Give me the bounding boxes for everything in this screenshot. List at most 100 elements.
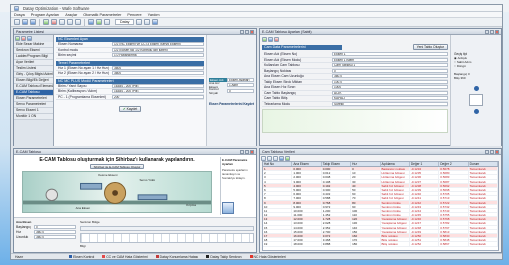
new-file-icon[interactable] (14, 19, 20, 25)
minimize-icon[interactable] (240, 149, 244, 154)
cam-param-value[interactable]: KAPALI (332, 96, 448, 101)
column-header[interactable]: Hat No (263, 162, 293, 166)
side-field-value[interactable]: Eksen Ayarları (227, 77, 254, 82)
column-header[interactable]: Ana Eksen (292, 162, 322, 166)
zoom-out-icon[interactable] (144, 19, 151, 25)
paste-icon[interactable] (75, 19, 81, 25)
menu-item-window[interactable]: Pencere (127, 13, 141, 17)
cam-param-value[interactable]: Eksen 1 (332, 52, 448, 57)
table-cell: Bitiş noktası (381, 238, 410, 242)
toolbar-separator (39, 18, 40, 26)
range-value[interactable]: 360 (461, 76, 475, 80)
maximize-icon[interactable] (245, 149, 249, 154)
copy-icon[interactable] (67, 19, 73, 25)
cam-param-value[interactable]: Sürekli (332, 101, 448, 106)
zoom-in-icon[interactable] (136, 19, 143, 25)
project-selector[interactable]: Datay (115, 19, 135, 25)
cam-param-label: Cam Tablo Bitiş (264, 96, 288, 101)
form-field-value[interactable]: 360.0 (34, 234, 76, 239)
table-cell: -0.1240 (410, 192, 440, 196)
radio-option[interactable]: ○ Döngü (454, 64, 498, 68)
add-icon[interactable] (262, 37, 267, 42)
open-folder-icon[interactable] (22, 19, 28, 25)
window-tile-icon[interactable] (152, 19, 159, 25)
cut-icon[interactable] (59, 19, 65, 25)
close-icon[interactable] (250, 149, 254, 154)
sidebar-item[interactable]: Monitör 1 ON (14, 114, 53, 120)
side-field-value[interactable]: 0 (227, 88, 254, 93)
table-cell: Sabit hız bölgesi (381, 192, 410, 196)
next-page-icon[interactable] (273, 156, 278, 161)
import-icon[interactable] (285, 156, 290, 161)
menu-item-help[interactable]: Yardım (148, 13, 160, 17)
save-axis-params-link[interactable]: Eksen Parametrelerini Kaydet (209, 102, 254, 106)
form-field-value[interactable]: 360.0 (34, 229, 76, 234)
app-title: Datay Optimization - Wafe Software (23, 5, 90, 11)
param-value[interactable]: 3600 (112, 71, 204, 76)
param-value[interactable]: 3600 (112, 65, 204, 70)
column-header[interactable]: Değer 1 (410, 162, 440, 166)
menu-item-auto-params[interactable]: Otomatik Parametreler (83, 13, 121, 17)
menu-item-tools[interactable]: Araçlar (65, 13, 77, 17)
cam-param-value[interactable]: 0 (332, 68, 448, 73)
column-header[interactable]: Hız (351, 162, 381, 166)
cam-param-value[interactable]: 1000 (332, 85, 448, 90)
form-field-value[interactable]: 0 (34, 224, 76, 229)
add-icon[interactable] (15, 36, 20, 41)
first-page-icon[interactable] (261, 156, 266, 161)
save-icon[interactable] (30, 19, 36, 25)
column-header[interactable]: Durum (469, 162, 498, 166)
new-table-button[interactable]: Yeni Tablo Oluştur (412, 44, 448, 50)
maximize-icon[interactable] (490, 149, 494, 154)
prev-page-icon[interactable] (267, 156, 272, 161)
down-arrow-icon[interactable] (473, 109, 479, 114)
settings-icon[interactable] (104, 19, 110, 25)
close-icon[interactable] (495, 29, 499, 34)
param-value[interactable]: 1/2 (NC Eksen) ve CC73 Eksen (Servo Ekse… (112, 42, 204, 47)
side-field-value[interactable]: 1 Aktif (227, 83, 254, 88)
param-value[interactable]: 1/2 (Eksen No 1/2 Kontrolü için lütfen) (112, 47, 204, 52)
cam-param-value[interactable]: Eksen 1 İşlem (332, 57, 448, 62)
param-value[interactable]: 1.0 Hızlandırma (112, 53, 204, 58)
close-icon[interactable] (250, 29, 254, 34)
export-icon[interactable] (279, 156, 284, 161)
cam-param-value[interactable]: AÇIK (332, 90, 448, 95)
close-icon[interactable] (495, 149, 499, 154)
param-value[interactable]: 200 (112, 94, 204, 99)
menu-item-file[interactable]: Dosya (14, 13, 25, 17)
table-cell: 2 (263, 171, 293, 175)
table-row[interactable]: 19 18.000 3.888 180 Bitiş noktası -0.1252 0.58… (263, 242, 498, 247)
delete-icon[interactable] (274, 37, 279, 42)
menu-item-program-settings[interactable]: Program Ayarları (31, 13, 59, 17)
monitor-icon[interactable] (88, 19, 94, 25)
cam-param-value[interactable]: 360.0 (332, 74, 448, 79)
delete-icon[interactable] (21, 36, 26, 41)
cam-param-value[interactable]: Cam Tablosu 1 (332, 63, 448, 68)
maximize-icon[interactable] (490, 29, 494, 34)
table-cell: 19 (263, 242, 293, 246)
table-cell: 90 (351, 204, 381, 208)
table-cell: 100 (351, 208, 381, 213)
table-cell: Tamamlandı (469, 192, 498, 196)
column-header[interactable]: Açıklama (381, 162, 410, 166)
run-icon[interactable] (43, 19, 49, 25)
ok-button[interactable]: ✔ Kaydet (118, 106, 142, 112)
up-arrow-icon[interactable] (473, 86, 479, 91)
table-cell: 4 (263, 179, 293, 183)
minimize-icon[interactable] (485, 149, 489, 154)
refresh-icon[interactable] (27, 36, 32, 41)
param-value[interactable]: 16384 - 200 (Pls) (112, 83, 204, 88)
column-header[interactable]: Değer 2 (439, 162, 469, 166)
copy-icon[interactable] (268, 37, 273, 42)
param-value[interactable]: 16384 - 200 (Pls) (112, 89, 204, 94)
cam-param-value[interactable]: 100.0 (332, 79, 448, 84)
column-header[interactable]: Takip Eksen (322, 162, 352, 166)
minimize-icon[interactable] (240, 29, 244, 34)
minimize-icon[interactable] (485, 29, 489, 34)
maximize-icon[interactable] (245, 29, 249, 34)
stop-icon[interactable] (51, 19, 57, 25)
table-cell: 0.5768 (439, 217, 469, 221)
wizard-tab[interactable]: Sihirbaz ile E-CAM Tablosu Oluştur (89, 164, 145, 169)
next-arrow-icon[interactable] (222, 202, 234, 214)
connect-icon[interactable] (96, 19, 102, 25)
